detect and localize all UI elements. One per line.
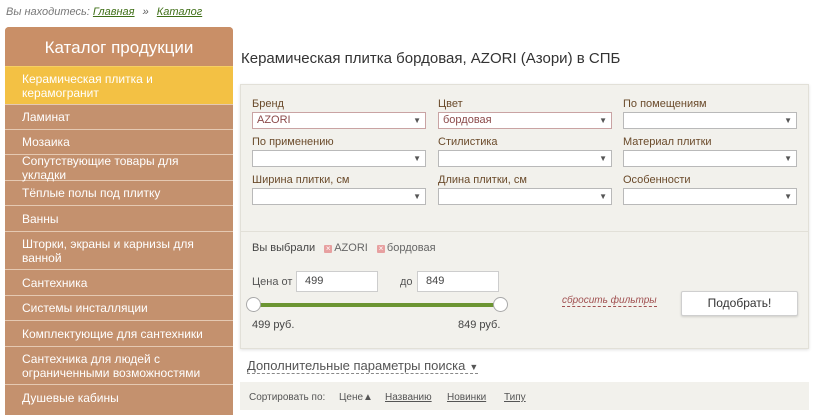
sidebar-item-installation-systems[interactable]: Системы инсталляции: [5, 295, 233, 320]
filter-divider: [241, 231, 808, 232]
chevron-down-icon: ▼: [599, 192, 607, 201]
sidebar-item-heated-floors[interactable]: Тёплые полы под плитку: [5, 180, 233, 205]
remove-icon[interactable]: ×: [376, 245, 385, 253]
chosen-chip-brand[interactable]: × AZORI: [324, 242, 368, 254]
usage-select[interactable]: ▼: [252, 150, 426, 167]
breadcrumb: Вы находитесь: Главная » Каталог: [6, 6, 202, 18]
sort-up-icon: ▲: [363, 392, 373, 403]
chosen-chip-color[interactable]: × бордовая: [376, 242, 436, 254]
breadcrumb-catalog-link[interactable]: Каталог: [157, 6, 202, 18]
filter-panel: Бренд AZORI ▼ Цвет бордовая ▼ По помещен…: [240, 84, 809, 349]
sidebar-item-mosaic[interactable]: Мозаика: [5, 129, 233, 154]
chevron-down-icon: ▼: [784, 116, 792, 125]
price-from-label: Цена от: [252, 276, 293, 288]
breadcrumb-prefix: Вы находитесь:: [6, 6, 90, 18]
style-select[interactable]: ▼: [438, 150, 612, 167]
breadcrumb-separator: »: [142, 6, 149, 18]
sidebar-item-baths[interactable]: Ванны: [5, 205, 233, 231]
page-title: Керамическая плитка бордовая, AZORI (Азо…: [241, 50, 621, 67]
filter-features-label: Особенности: [623, 174, 691, 186]
price-slider-max-handle[interactable]: [493, 297, 508, 312]
sidebar-title: Каталог продукции: [5, 27, 233, 66]
chosen-filters: Вы выбрали × AZORI × бордовая: [252, 242, 436, 254]
sidebar-item-plumbing[interactable]: Сантехника: [5, 269, 233, 295]
more-params-label: Дополнительные параметры поиска: [247, 358, 466, 373]
chosen-label: Вы выбрали: [252, 242, 316, 254]
brand-select[interactable]: AZORI ▼: [252, 112, 426, 129]
filter-material-label: Материал плитки: [623, 136, 712, 148]
chevron-down-icon: ▼: [413, 192, 421, 201]
price-from-input[interactable]: 499: [296, 271, 378, 292]
rooms-select[interactable]: ▼: [623, 112, 797, 129]
chevron-down-icon: ▼: [413, 116, 421, 125]
chevron-down-icon: ▼: [784, 154, 792, 163]
filter-color: Цвет бордовая ▼: [438, 98, 612, 129]
length-select[interactable]: ▼: [438, 188, 612, 205]
filter-rooms: По помещениям ▼: [623, 98, 797, 129]
filter-style-label: Стилистика: [438, 136, 498, 148]
price-max-text: 849 руб.: [458, 319, 501, 331]
color-select[interactable]: бордовая ▼: [438, 112, 612, 129]
filter-material: Материал плитки ▼: [623, 136, 797, 167]
sidebar-item-plumbing-parts[interactable]: Комплектующие для сантехники: [5, 320, 233, 346]
sidebar-item-accessible-plumbing[interactable]: Сантехника для людей с ограниченными воз…: [5, 346, 233, 384]
material-select[interactable]: ▼: [623, 150, 797, 167]
brand-select-value: AZORI: [257, 114, 291, 126]
filter-features: Особенности ▼: [623, 174, 797, 205]
remove-icon[interactable]: ×: [324, 245, 333, 253]
sort-by-type[interactable]: Типу: [504, 392, 526, 403]
sort-by-name[interactable]: Названию: [385, 392, 432, 403]
price-to-label: до: [400, 276, 413, 288]
price-slider-min-handle[interactable]: [246, 297, 261, 312]
sort-by-new[interactable]: Новинки: [447, 392, 486, 403]
reset-filters-link[interactable]: сбросить фильтры: [562, 295, 657, 307]
width-select[interactable]: ▼: [252, 188, 426, 205]
chevron-down-icon: ▼: [599, 116, 607, 125]
sidebar-item-shower-cabins[interactable]: Душевые кабины: [5, 384, 233, 410]
filter-color-label: Цвет: [438, 98, 463, 110]
apply-filters-button[interactable]: Подобрать!: [681, 291, 798, 316]
filter-rooms-label: По помещениям: [623, 98, 707, 110]
filter-usage: По применению ▼: [252, 136, 426, 167]
features-select[interactable]: ▼: [623, 188, 797, 205]
filter-width-label: Ширина плитки, см: [252, 174, 350, 186]
breadcrumb-home-link[interactable]: Главная: [93, 6, 135, 18]
price-slider-track[interactable]: [253, 303, 501, 307]
filter-brand-label: Бренд: [252, 98, 284, 110]
sidebar-item-curtains[interactable]: Шторки, экраны и карнизы для ванной: [5, 231, 233, 269]
catalog-sidebar: Каталог продукции Керамическая плитка и …: [5, 27, 233, 415]
filter-style: Стилистика ▼: [438, 136, 612, 167]
chevron-down-icon: ▼: [413, 154, 421, 163]
sidebar-item-laying-goods[interactable]: Сопутствующие товары для укладки: [5, 154, 233, 182]
filter-width: Ширина плитки, см ▼: [252, 174, 426, 205]
chevron-down-icon: ▼: [469, 362, 479, 372]
price-to-input[interactable]: 849: [417, 271, 499, 292]
sidebar-item-ceramic-tiles[interactable]: Керамическая плитка и керамогранит: [5, 66, 233, 104]
filter-length: Длина плитки, см ▼: [438, 174, 612, 205]
filter-brand: Бренд AZORI ▼: [252, 98, 426, 129]
sort-label: Сортировать по:: [249, 392, 326, 403]
filter-length-label: Длина плитки, см: [438, 174, 527, 186]
sort-by-price[interactable]: Цене▲: [339, 392, 373, 403]
more-params-toggle[interactable]: Дополнительные параметры поиска ▼: [247, 358, 479, 374]
chevron-down-icon: ▼: [599, 154, 607, 163]
sidebar-item-laminate[interactable]: Ламинат: [5, 104, 233, 129]
color-select-value: бордовая: [443, 114, 492, 126]
chevron-down-icon: ▼: [784, 192, 792, 201]
price-min-text: 499 руб.: [252, 319, 295, 331]
sort-bar: Сортировать по: Цене▲ Названию Новинки Т…: [240, 382, 809, 410]
filter-usage-label: По применению: [252, 136, 334, 148]
